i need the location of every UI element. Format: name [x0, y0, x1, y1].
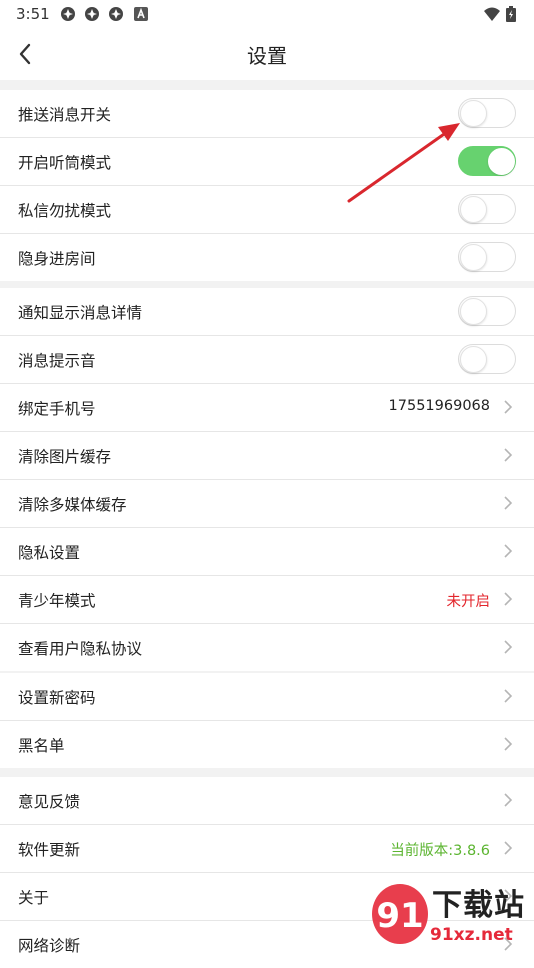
- toggle-switch[interactable]: [458, 98, 516, 128]
- settings-row[interactable]: 查看用户隐私协议: [0, 624, 534, 671]
- settings-row[interactable]: 绑定手机号 17551969068: [0, 384, 534, 432]
- settings-row-value: 当前版本:3.8.6: [390, 843, 490, 859]
- notification-icon: [85, 7, 99, 21]
- settings-group: 设置新密码 黑名单: [0, 673, 534, 768]
- settings-row[interactable]: 隐私设置: [0, 528, 534, 576]
- settings-group: 推送消息开关 开启听筒模式 私信勿扰模式 隐身进房间: [0, 90, 534, 281]
- toggle-switch[interactable]: [458, 194, 516, 224]
- settings-row: 消息提示音: [0, 336, 534, 384]
- notification-icon: [109, 7, 123, 21]
- settings-row: 开启听筒模式: [0, 138, 534, 186]
- status-time: 3:51: [16, 5, 50, 23]
- settings-row-label: 消息提示音: [18, 352, 96, 370]
- svg-text:91: 91: [376, 896, 423, 936]
- settings-row: 推送消息开关: [0, 90, 534, 138]
- settings-row[interactable]: 清除多媒体缓存: [0, 480, 534, 528]
- settings-row-label: 私信勿扰模式: [18, 202, 112, 220]
- wifi-icon: [484, 7, 500, 21]
- settings-row-label: 推送消息开关: [18, 106, 112, 124]
- chevron-right-icon: [504, 640, 513, 654]
- toggle-knob: [460, 100, 487, 127]
- notification-icon: [61, 7, 75, 21]
- settings-row-value: 17551969068: [388, 398, 490, 414]
- settings-row-label: 清除图片缓存: [18, 448, 112, 466]
- chevron-right-icon: [504, 689, 513, 703]
- toggle-switch[interactable]: [458, 146, 516, 176]
- chevron-right-icon: [504, 592, 513, 606]
- toggle-switch[interactable]: [458, 242, 516, 272]
- settings-row-label: 开启听筒模式: [18, 154, 112, 172]
- toggle-knob: [488, 148, 515, 175]
- settings-row-label: 隐私设置: [18, 544, 81, 562]
- chevron-right-icon: [504, 841, 513, 855]
- settings-row-value: 未开启: [446, 594, 491, 610]
- settings-row-label: 青少年模式: [18, 592, 96, 610]
- toggle-knob: [460, 298, 487, 325]
- settings-row-label: 网络诊断: [18, 937, 81, 955]
- app-bar: 设置: [0, 28, 534, 80]
- watermark-brand: 下载站: [432, 888, 525, 923]
- toggle-knob: [460, 346, 487, 373]
- settings-row[interactable]: 意见反馈: [0, 777, 534, 825]
- settings-row-label: 意见反馈: [18, 793, 81, 811]
- toggle-switch[interactable]: [458, 296, 516, 326]
- settings-row: 私信勿扰模式: [0, 186, 534, 234]
- settings-row[interactable]: 青少年模式 未开启: [0, 576, 534, 624]
- toggle-switch[interactable]: [458, 344, 516, 374]
- chevron-right-icon: [504, 544, 513, 558]
- settings-row: 通知显示消息详情: [0, 288, 534, 336]
- app-a-icon: [134, 7, 148, 21]
- chevron-right-icon: [504, 793, 513, 807]
- page-title: 设置: [247, 44, 287, 68]
- settings-row-label: 隐身进房间: [18, 250, 96, 268]
- settings-row-label: 黑名单: [18, 737, 65, 755]
- settings-row-label: 查看用户隐私协议: [18, 640, 143, 658]
- toggle-knob: [460, 244, 487, 271]
- settings-row: 隐身进房间: [0, 234, 534, 281]
- toggle-knob: [460, 196, 487, 223]
- settings-row-label: 软件更新: [18, 841, 81, 859]
- chevron-right-icon: [504, 737, 513, 751]
- chevron-right-icon: [504, 496, 513, 510]
- chevron-right-icon: [504, 400, 513, 414]
- settings-row-label: 设置新密码: [18, 689, 96, 707]
- settings-row[interactable]: 清除图片缓存: [0, 432, 534, 480]
- settings-row-label: 通知显示消息详情: [18, 304, 143, 322]
- settings-row-label: 关于: [18, 889, 50, 907]
- settings-row[interactable]: 软件更新 当前版本:3.8.6: [0, 825, 534, 873]
- settings-row[interactable]: 设置新密码: [0, 673, 534, 721]
- battery-icon: [506, 6, 516, 22]
- settings-row-label: 绑定手机号: [18, 400, 96, 418]
- watermark-domain: 91xz.net: [430, 925, 513, 945]
- settings-group: 通知显示消息详情 消息提示音绑定手机号 17551969068 清除图片缓存 清除多媒体…: [0, 288, 534, 671]
- chevron-right-icon: [504, 448, 513, 462]
- settings-row-label: 清除多媒体缓存: [18, 496, 127, 514]
- settings-row[interactable]: 黑名单: [0, 721, 534, 768]
- status-bar: 3:51: [0, 0, 534, 28]
